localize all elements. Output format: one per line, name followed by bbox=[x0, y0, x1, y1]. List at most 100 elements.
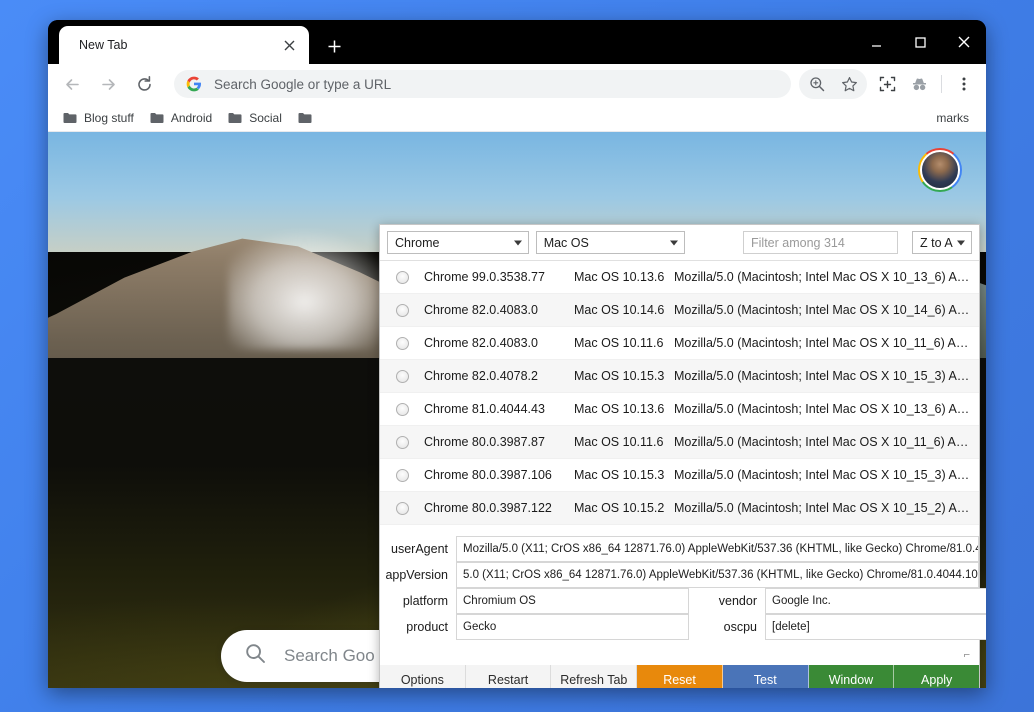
new-tab-page: Search Goo Photo by Kelvin Chan a bbox=[48, 132, 986, 688]
table-row[interactable]: Chrome 99.0.3538.77 Mac OS 10.13.6 Mozil… bbox=[380, 261, 979, 294]
row-os: Mac OS 10.11.6 bbox=[574, 435, 664, 449]
browser-toolbar: Search Google or type a URL bbox=[48, 64, 986, 104]
reload-icon[interactable] bbox=[129, 69, 159, 99]
omnibox[interactable]: Search Google or type a URL bbox=[174, 70, 791, 98]
platform-field[interactable]: Chromium OS bbox=[456, 588, 689, 614]
bookmarks-bar: Blog stuff Android Social marks bbox=[48, 104, 986, 132]
useragent-field[interactable]: Mozilla/5.0 (X11; CrOS x86_64 12871.76.0… bbox=[456, 536, 979, 562]
bookmark-folder-blog-stuff[interactable]: Blog stuff bbox=[56, 109, 141, 127]
zoom-in-icon[interactable] bbox=[803, 70, 831, 98]
row-useragent: Mozilla/5.0 (Macintosh; Intel Mac OS X 1… bbox=[674, 402, 973, 416]
minimize-icon[interactable] bbox=[854, 20, 898, 64]
oscpu-field[interactable]: [delete] bbox=[765, 614, 986, 640]
panel-filler: ⌐ bbox=[380, 640, 979, 665]
row-browser: Chrome 99.0.3538.77 bbox=[424, 270, 545, 284]
row-os: Mac OS 10.13.6 bbox=[574, 402, 665, 416]
field-row-platform-vendor: platform Chromium OS vendor Google Inc. bbox=[380, 588, 986, 614]
row-os: Mac OS 10.14.6 bbox=[574, 303, 665, 317]
other-bookmarks-button[interactable]: marks bbox=[929, 109, 976, 127]
close-icon[interactable] bbox=[277, 33, 301, 57]
row-os: Mac OS 10.13.6 bbox=[574, 270, 665, 284]
forward-arrow-icon[interactable] bbox=[93, 69, 123, 99]
browser-select[interactable]: Chrome bbox=[387, 231, 529, 254]
avatar[interactable] bbox=[918, 148, 962, 192]
three-dot-menu-icon[interactable] bbox=[950, 70, 978, 98]
row-useragent: Mozilla/5.0 (Macintosh; Intel Mac OS X 1… bbox=[674, 369, 973, 383]
panel-header: Chrome Mac OS Z to A bbox=[380, 225, 979, 261]
search-icon bbox=[245, 643, 266, 669]
row-browser: Chrome 82.0.4083.0 bbox=[424, 303, 538, 317]
test-button[interactable]: Test bbox=[722, 665, 809, 688]
filter-input[interactable] bbox=[743, 231, 898, 254]
table-row[interactable]: Chrome 81.0.4044.43 Mac OS 10.13.6 Mozil… bbox=[380, 393, 979, 426]
radio-button[interactable] bbox=[396, 402, 409, 416]
field-row-appversion: appVersion 5.0 (X11; CrOS x86_64 12871.7… bbox=[380, 562, 979, 588]
row-browser: Chrome 82.0.4078.2 bbox=[424, 369, 538, 383]
bookmark-label: Blog stuff bbox=[84, 110, 134, 125]
avatar-image bbox=[920, 150, 960, 190]
row-browser: Chrome 80.0.3987.122 bbox=[424, 501, 552, 515]
radio-button[interactable] bbox=[396, 435, 409, 449]
radio-button[interactable] bbox=[396, 336, 409, 350]
cast-icon[interactable] bbox=[873, 70, 901, 98]
platform-label: platform bbox=[402, 594, 448, 608]
back-arrow-icon[interactable] bbox=[57, 69, 87, 99]
field-row-useragent: userAgent Mozilla/5.0 (X11; CrOS x86_64 … bbox=[380, 536, 979, 562]
chevron-down-icon bbox=[513, 240, 522, 245]
appversion-label: appVersion bbox=[385, 568, 448, 582]
table-row[interactable]: Chrome 80.0.3987.122 Mac OS 10.15.2 Mozi… bbox=[380, 492, 979, 525]
toolbar-divider bbox=[941, 75, 942, 93]
folder-icon bbox=[63, 112, 77, 124]
radio-button[interactable] bbox=[396, 468, 409, 482]
omnibox-action-group bbox=[799, 69, 867, 99]
restart-button[interactable]: Restart bbox=[465, 665, 552, 688]
useragent-label: userAgent bbox=[391, 542, 448, 556]
bookmark-folder-android[interactable]: Android bbox=[143, 109, 219, 127]
user-agent-fields: userAgent Mozilla/5.0 (X11; CrOS x86_64 … bbox=[380, 534, 986, 640]
appversion-field[interactable]: 5.0 (X11; CrOS x86_64 12871.76.0) AppleW… bbox=[456, 562, 979, 588]
resize-grip[interactable]: ⌐ bbox=[964, 649, 970, 661]
vendor-label: vendor bbox=[718, 594, 757, 608]
bookmark-folder-social[interactable]: Social bbox=[221, 109, 289, 127]
other-bookmarks-label: marks bbox=[936, 110, 969, 125]
os-select[interactable]: Mac OS bbox=[535, 231, 685, 254]
omnibox-placeholder: Search Google or type a URL bbox=[214, 76, 392, 92]
radio-button[interactable] bbox=[396, 501, 409, 515]
plus-icon[interactable] bbox=[320, 32, 348, 60]
tab-strip: New Tab bbox=[48, 20, 986, 64]
folder-icon bbox=[150, 112, 164, 124]
table-row[interactable]: Chrome 82.0.4083.0 Mac OS 10.14.6 Mozill… bbox=[380, 294, 979, 327]
reset-button[interactable]: Reset bbox=[637, 665, 723, 688]
product-label: product bbox=[406, 620, 448, 634]
close-icon[interactable] bbox=[942, 20, 986, 64]
row-useragent: Mozilla/5.0 (Macintosh; Intel Mac OS X 1… bbox=[674, 468, 973, 482]
table-row[interactable]: Chrome 82.0.4083.0 Mac OS 10.11.6 Mozill… bbox=[380, 327, 979, 360]
row-useragent: Mozilla/5.0 (Macintosh; Intel Mac OS X 1… bbox=[674, 435, 973, 449]
row-useragent: Mozilla/5.0 (Macintosh; Intel Mac OS X 1… bbox=[674, 336, 973, 350]
window-button[interactable]: Window bbox=[808, 665, 895, 688]
radio-button[interactable] bbox=[396, 369, 409, 383]
folder-icon bbox=[298, 112, 312, 124]
options-button[interactable]: Options bbox=[380, 665, 466, 688]
table-row[interactable]: Chrome 82.0.4078.2 Mac OS 10.15.3 Mozill… bbox=[380, 360, 979, 393]
apply-button[interactable]: Apply bbox=[894, 665, 980, 688]
chevron-down-icon bbox=[957, 240, 965, 245]
radio-button[interactable] bbox=[396, 270, 409, 284]
table-row[interactable]: Chrome 80.0.3987.106 Mac OS 10.15.3 Mozi… bbox=[380, 459, 979, 492]
radio-button[interactable] bbox=[396, 303, 409, 317]
oscpu-label: oscpu bbox=[723, 620, 757, 634]
maximize-icon[interactable] bbox=[898, 20, 942, 64]
product-field[interactable]: Gecko bbox=[456, 614, 689, 640]
sort-select-value: Z to A bbox=[920, 235, 953, 250]
table-row[interactable]: Chrome 80.0.3987.87 Mac OS 10.11.6 Mozil… bbox=[380, 426, 979, 459]
incognito-icon[interactable] bbox=[905, 70, 933, 98]
user-agent-list[interactable]: Chrome 99.0.3538.77 Mac OS 10.13.6 Mozil… bbox=[380, 261, 979, 534]
row-os: Mac OS 10.15.3 bbox=[574, 468, 665, 482]
vendor-field[interactable]: Google Inc. bbox=[765, 588, 986, 614]
bookmark-folder-4[interactable] bbox=[291, 110, 326, 126]
star-icon[interactable] bbox=[835, 70, 863, 98]
refresh-tab-button[interactable]: Refresh Tab bbox=[551, 665, 638, 688]
browser-tab[interactable]: New Tab bbox=[59, 26, 309, 64]
row-browser: Chrome 82.0.4083.0 bbox=[424, 336, 538, 350]
sort-select[interactable]: Z to A bbox=[912, 231, 972, 254]
